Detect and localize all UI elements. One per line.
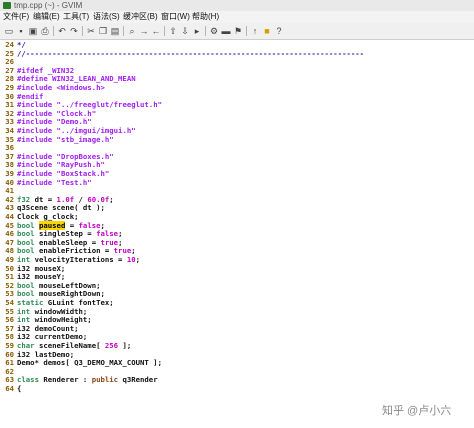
code-text: //--------------------------------------… — [17, 48, 365, 59]
menu-buffers[interactable]: 缓冲区(B) — [123, 11, 158, 23]
code-text: class Renderer : public q3Render — [17, 376, 158, 385]
code-token: #include — [17, 177, 57, 187]
jump-tag-icon[interactable]: ↑ — [250, 26, 260, 36]
menu-edit[interactable]: 编辑(E) — [33, 11, 60, 23]
code-text: Demo* demos[ Q3_DEMO_MAX_COUNT ]; — [17, 358, 162, 368]
code-token: ; — [135, 255, 141, 264]
cut-icon[interactable]: ✂ — [86, 26, 96, 36]
code-token: { — [17, 384, 22, 393]
code-text: #include "stb_image.h" — [17, 134, 114, 145]
watermark: 知乎 @卢小六 — [382, 405, 452, 417]
code-token: Renderer : — [38, 375, 92, 385]
find-icon[interactable]: ⌕ — [127, 26, 137, 36]
menu-bar: 文件(F) 编辑(E) 工具(T) 语法(S) 缓冲区(B) 窗口(W) 帮助(… — [0, 11, 474, 23]
print-icon[interactable]: ⎙ — [40, 26, 50, 36]
menu-file[interactable]: 文件(F) — [3, 11, 29, 23]
code-token: "stb_image.h" — [56, 134, 114, 144]
menu-window[interactable]: 窗口(W) — [161, 11, 190, 23]
find-next-icon[interactable]: → — [139, 26, 149, 36]
code-token: Demo* demos[ Q3_DEMO_MAX_COUNT ]; — [17, 358, 162, 368]
code-line[interactable]: 25//------------------------------------… — [0, 48, 474, 59]
code-line[interactable]: 40 #include "Test.h" — [0, 177, 474, 188]
code-line[interactable]: 61 Demo* demos[ Q3_DEMO_MAX_COUNT ]; — [0, 358, 474, 368]
save-session-icon[interactable]: ⇩ — [180, 26, 190, 36]
menu-tools[interactable]: 工具(T) — [63, 11, 89, 23]
code-text: { — [17, 384, 22, 394]
toolbar: ▭ ▪ ▣ ⎙ ↶ ↷ ✂ ❐ ▤ ⌕ → ← ⇧ ⇩ ▸ ⚙ ▬ ⚑ ↑ ■ … — [0, 23, 474, 40]
save-all-icon[interactable]: ▣ — [28, 26, 38, 36]
run-script-icon[interactable]: ▸ — [192, 26, 202, 36]
find-prev-icon[interactable]: ← — [151, 26, 161, 36]
code-token: 256 — [104, 341, 119, 350]
menu-syntax[interactable]: 语法(S) — [93, 11, 120, 23]
find-help-icon[interactable]: ? — [274, 26, 284, 36]
paste-icon[interactable]: ▤ — [110, 26, 120, 36]
copy-icon[interactable]: ❐ — [98, 26, 108, 36]
code-line[interactable]: 64{ — [0, 384, 474, 394]
undo-icon[interactable]: ↶ — [57, 26, 67, 36]
code-line[interactable]: 49 int velocityIterations = 10; — [0, 255, 474, 265]
title-bar: tmp.cpp (~) - GVIM — [0, 0, 474, 11]
code-line[interactable]: 63 class Renderer : public q3Render — [0, 376, 474, 385]
code-text: #include "Test.h" — [17, 177, 92, 188]
code-token: 10 — [126, 255, 136, 264]
code-token: public — [91, 375, 119, 385]
code-line[interactable]: 29 #include <Windows.h> — [0, 83, 474, 93]
gvim-app-icon — [3, 2, 11, 9]
code-token: "Test.h" — [56, 177, 92, 187]
code-token: ; — [109, 194, 114, 204]
code-token: ]; — [118, 341, 132, 350]
code-editor[interactable]: 24 */25//--------------------------------… — [0, 40, 474, 428]
window-title: tmp.cpp (~) - GVIM — [14, 1, 83, 10]
redo-icon[interactable]: ↷ — [69, 26, 79, 36]
help-icon[interactable]: ■ — [262, 26, 272, 36]
code-line[interactable]: 35 #include "stb_image.h" — [0, 134, 474, 145]
make-icon[interactable]: ⚙ — [209, 26, 219, 36]
menu-help[interactable]: 帮助(H) — [192, 11, 219, 23]
code-token: q3Render — [118, 375, 158, 385]
code-line[interactable]: 50 i32 mouseX; — [0, 264, 474, 274]
load-session-icon[interactable]: ⇧ — [168, 26, 178, 36]
line-number: 64 — [5, 384, 14, 393]
code-token: #include — [17, 134, 57, 144]
make-tags-icon[interactable]: ⚑ — [233, 26, 243, 36]
shell-icon[interactable]: ▬ — [221, 26, 231, 36]
open-icon[interactable]: ▭ — [4, 26, 14, 36]
save-icon[interactable]: ▪ — [16, 26, 26, 36]
code-token: //--------------------------------------… — [17, 48, 365, 58]
